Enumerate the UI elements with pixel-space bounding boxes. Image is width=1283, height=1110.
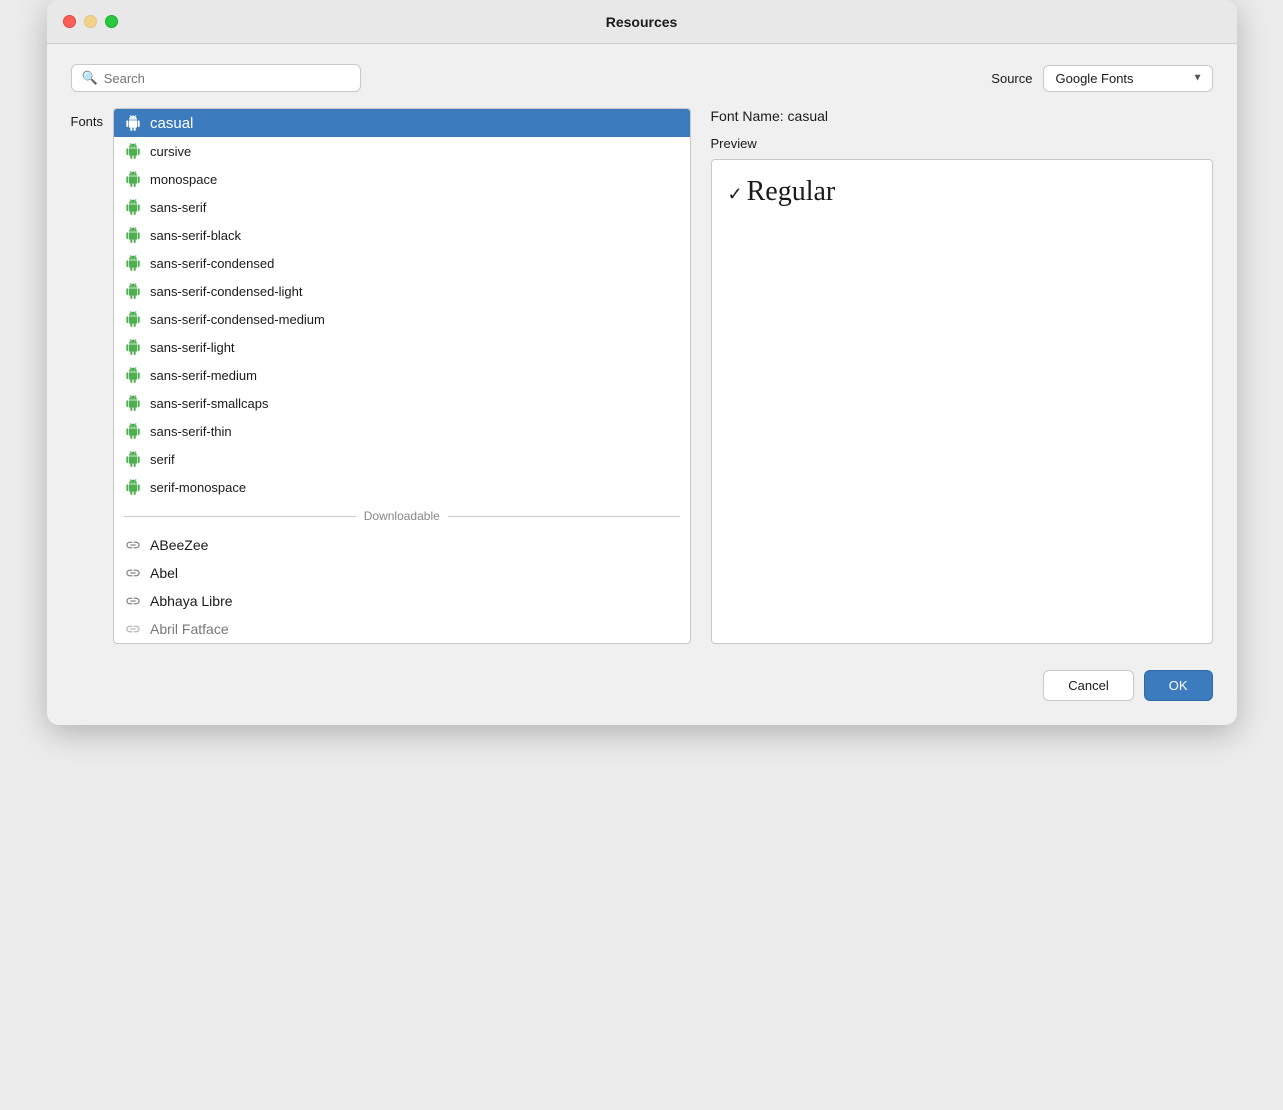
preview-text: ✓Regular — [728, 176, 836, 208]
downloadable-divider: Downloadable — [114, 501, 689, 531]
search-input[interactable] — [104, 71, 350, 86]
android-icon-cursive — [124, 142, 142, 160]
font-name-label: Font Name: casual — [711, 108, 1213, 124]
preview-text-value: Regular — [747, 176, 836, 207]
android-icon-serif — [124, 450, 142, 468]
minimize-button[interactable] — [84, 15, 97, 28]
font-name-abeezee: ABeeZee — [150, 537, 208, 553]
source-select[interactable]: Google Fonts System Fonts — [1043, 65, 1213, 92]
android-icon-monospace — [124, 170, 142, 188]
preview-box: ✓Regular — [711, 159, 1213, 644]
font-item-sans-serif-smallcaps[interactable]: sans-serif-smallcaps — [114, 389, 689, 417]
android-icon-sans-serif-condensed-medium — [124, 310, 142, 328]
fonts-section: Fonts casual — [71, 108, 691, 644]
font-item-abeezee[interactable]: ABeeZee — [114, 531, 689, 559]
font-name-sans-serif: sans-serif — [150, 200, 206, 215]
fonts-label: Fonts — [71, 108, 104, 644]
font-item-sans-serif[interactable]: sans-serif — [114, 193, 689, 221]
android-icon-casual — [124, 114, 142, 132]
font-name-monospace: monospace — [150, 172, 217, 187]
font-name-sans-serif-condensed: sans-serif-condensed — [150, 256, 274, 271]
source-label: Source — [991, 71, 1032, 86]
font-item-abhaya-libre[interactable]: Abhaya Libre — [114, 587, 689, 615]
font-name-sans-serif-condensed-medium: sans-serif-condensed-medium — [150, 312, 325, 327]
android-icon-sans-serif-medium — [124, 366, 142, 384]
search-box: 🔍 — [71, 64, 361, 92]
font-name-sans-serif-light: sans-serif-light — [150, 340, 235, 355]
preview-section: Font Name: casual Preview ✓Regular — [691, 108, 1213, 644]
ok-button[interactable]: OK — [1144, 670, 1213, 701]
font-item-sans-serif-condensed-medium[interactable]: sans-serif-condensed-medium — [114, 305, 689, 333]
font-item-sans-serif-condensed[interactable]: sans-serif-condensed — [114, 249, 689, 277]
divider-line-right — [448, 516, 680, 517]
font-name-casual: casual — [150, 115, 193, 132]
search-icon: 🔍 — [82, 70, 98, 86]
font-name-sans-serif-thin: sans-serif-thin — [150, 424, 232, 439]
android-icon-sans-serif — [124, 198, 142, 216]
preview-label: Preview — [711, 136, 1213, 151]
source-row: Source Google Fonts System Fonts — [991, 65, 1212, 92]
traffic-lights — [63, 15, 118, 28]
font-name-sans-serif-black: sans-serif-black — [150, 228, 241, 243]
font-name-cursive: cursive — [150, 144, 191, 159]
android-icon-sans-serif-smallcaps — [124, 394, 142, 412]
font-item-sans-serif-light[interactable]: sans-serif-light — [114, 333, 689, 361]
window-title: Resources — [606, 14, 678, 30]
font-name-abhaya-libre: Abhaya Libre — [150, 593, 233, 609]
font-list[interactable]: casual cursive — [114, 109, 689, 643]
cancel-button[interactable]: Cancel — [1043, 670, 1133, 701]
font-item-sans-serif-black[interactable]: sans-serif-black — [114, 221, 689, 249]
font-item-serif-monospace[interactable]: serif-monospace — [114, 473, 689, 501]
button-row: Cancel OK — [71, 660, 1213, 705]
font-item-monospace[interactable]: monospace — [114, 165, 689, 193]
divider-line-left — [124, 516, 356, 517]
titlebar: Resources — [47, 0, 1237, 44]
font-name-sans-serif-medium: sans-serif-medium — [150, 368, 257, 383]
font-name-sans-serif-condensed-light: sans-serif-condensed-light — [150, 284, 302, 299]
font-name-sans-serif-smallcaps: sans-serif-smallcaps — [150, 396, 268, 411]
font-item-casual[interactable]: casual — [114, 109, 689, 137]
android-icon-serif-monospace — [124, 478, 142, 496]
chain-icon-abeezee — [124, 536, 142, 554]
android-icon-sans-serif-condensed-light — [124, 282, 142, 300]
chain-icon-abel — [124, 564, 142, 582]
font-item-abel[interactable]: Abel — [114, 559, 689, 587]
font-name-serif-monospace: serif-monospace — [150, 480, 246, 495]
android-icon-sans-serif-black — [124, 226, 142, 244]
content-area: 🔍 Source Google Fonts System Fonts Fonts — [47, 44, 1237, 725]
maximize-button[interactable] — [105, 15, 118, 28]
font-list-container: casual cursive — [113, 108, 690, 644]
checkmark-icon: ✓ — [728, 184, 743, 204]
font-item-abril[interactable]: Abril Fatface — [114, 615, 689, 643]
font-item-sans-serif-thin[interactable]: sans-serif-thin — [114, 417, 689, 445]
main-panel: Fonts casual — [71, 108, 1213, 644]
toolbar: 🔍 Source Google Fonts System Fonts — [71, 64, 1213, 92]
android-icon-sans-serif-thin — [124, 422, 142, 440]
resources-window: Resources 🔍 Source Google Fonts System F… — [47, 0, 1237, 725]
font-name-abril: Abril Fatface — [150, 621, 229, 637]
font-item-serif[interactable]: serif — [114, 445, 689, 473]
font-name-abel: Abel — [150, 565, 178, 581]
android-icon-sans-serif-light — [124, 338, 142, 356]
downloadable-label: Downloadable — [364, 509, 440, 523]
source-select-wrapper: Google Fonts System Fonts — [1043, 65, 1213, 92]
font-item-cursive[interactable]: cursive — [114, 137, 689, 165]
android-icon-sans-serif-condensed — [124, 254, 142, 272]
font-item-sans-serif-condensed-light[interactable]: sans-serif-condensed-light — [114, 277, 689, 305]
font-name-serif: serif — [150, 452, 175, 467]
close-button[interactable] — [63, 15, 76, 28]
chain-icon-abril — [124, 620, 142, 638]
chain-icon-abhaya-libre — [124, 592, 142, 610]
font-item-sans-serif-medium[interactable]: sans-serif-medium — [114, 361, 689, 389]
